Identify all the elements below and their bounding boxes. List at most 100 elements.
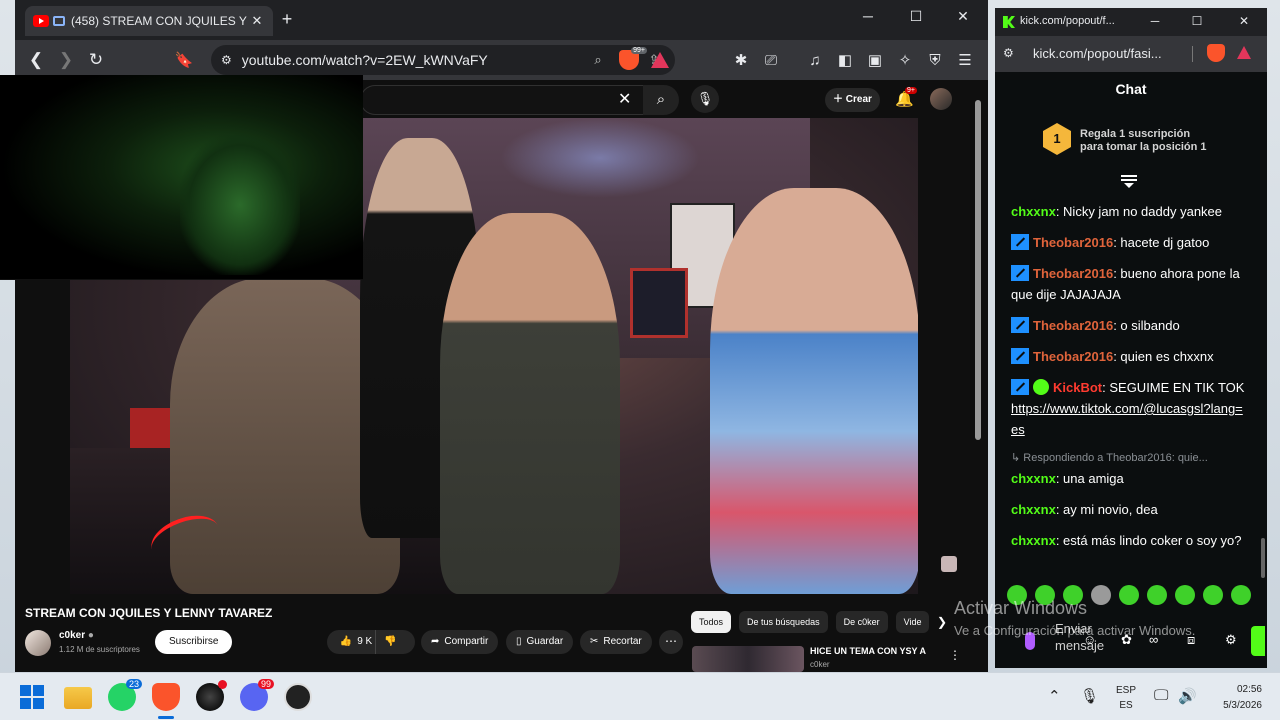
wallet-icon[interactable]: ▣ xyxy=(860,51,890,69)
vpn-shield-icon[interactable]: ⛨ xyxy=(920,52,950,69)
site-settings-icon[interactable]: ⚙ xyxy=(221,53,232,67)
chip-all[interactable]: Todos xyxy=(691,611,732,633)
screenshot-icon[interactable]: ⎚ xyxy=(756,52,786,69)
share-button[interactable]: ➦ Compartir xyxy=(421,630,499,654)
related-more-icon[interactable]: ⋮ xyxy=(949,648,961,662)
obs-icon[interactable] xyxy=(196,680,227,711)
gift-sub-prompt[interactable]: Regala 1 suscripción para tomar la posic… xyxy=(1080,128,1207,154)
subscribe-button[interactable]: Suscribirse xyxy=(155,630,233,654)
brave-rewards-icon[interactable] xyxy=(651,52,669,68)
music-icon[interactable]: ♫ xyxy=(800,52,830,69)
leo-ai-icon[interactable]: ✧ xyxy=(890,51,920,69)
network-icon[interactable]: 🖵 xyxy=(1154,687,1168,704)
chat-username[interactable]: chxxnx xyxy=(1011,502,1056,517)
chip-from-searches[interactable]: De tus búsquedas xyxy=(739,611,828,633)
maximize-icon[interactable]: ☐ xyxy=(901,8,931,25)
voice-search-icon[interactable]: 🎙 xyxy=(691,85,719,113)
address-bar[interactable]: ⚙ youtube.com/watch?v=2EW_kWNVaFY ⌕ ▭ ⇪ xyxy=(211,45,675,75)
channel-watermark-icon[interactable] xyxy=(941,556,957,572)
emote-icon[interactable] xyxy=(1063,585,1083,605)
emote-icon[interactable] xyxy=(1091,585,1111,605)
gift-icon[interactable]: ⧈ xyxy=(1187,632,1195,648)
clip-button[interactable]: ✂ Recortar xyxy=(580,630,652,654)
create-button[interactable]: ＋ Crear xyxy=(825,88,880,112)
chat-settings-icon[interactable]: ⚙ xyxy=(1225,632,1237,648)
voice-chat-icon[interactable] xyxy=(1025,632,1035,650)
clock[interactable]: 02:56 5/3/2026 xyxy=(1206,682,1262,714)
file-explorer-icon[interactable] xyxy=(64,687,92,709)
kick-minimize-icon[interactable]: ─ xyxy=(1145,14,1165,28)
emoji-icon[interactable]: ☺ xyxy=(1083,632,1096,647)
chat-username[interactable]: chxxnx xyxy=(1011,471,1056,486)
chip-from-channel[interactable]: De c0ker xyxy=(835,611,888,633)
chat-username[interactable]: chxxnx xyxy=(1011,533,1056,548)
emote-icon[interactable] xyxy=(1147,585,1167,605)
forward-icon[interactable]: ❯ xyxy=(51,50,81,70)
kick-maximize-icon[interactable]: ☐ xyxy=(1187,14,1207,28)
bookmark-icon[interactable]: 🔖 xyxy=(169,51,199,69)
minimize-icon[interactable]: ─ xyxy=(853,8,883,24)
like-button[interactable]: 👍 9 K xyxy=(337,630,375,654)
new-tab-icon[interactable]: + xyxy=(277,9,297,30)
language-indicator[interactable]: ESP ES xyxy=(1116,683,1136,713)
chat-link[interactable]: https://www.tiktok.com/@lucasgsl?lang=es xyxy=(1011,401,1243,437)
gift-rank-icon[interactable]: 1 xyxy=(1043,123,1071,155)
dislike-button[interactable]: 👎 xyxy=(375,630,405,654)
volume-icon[interactable]: 🔊 xyxy=(1178,687,1197,705)
emote-icon[interactable] xyxy=(1175,585,1195,605)
kick-close-icon[interactable]: ✕ xyxy=(1234,14,1254,28)
reload-icon[interactable]: ↻ xyxy=(81,50,111,70)
whatsapp-icon[interactable]: 23 xyxy=(108,679,142,711)
search-input[interactable] xyxy=(360,85,650,115)
brave-shields-icon[interactable]: 99+ xyxy=(619,47,647,70)
brave-browser-icon[interactable] xyxy=(152,683,180,711)
expand-pinned-icon[interactable] xyxy=(1121,175,1137,188)
glasses-icon[interactable]: ∞ xyxy=(1149,632,1158,647)
chat-input[interactable]: Enviar mensaje ☺ ✿ ∞ ⧈ ⚙ xyxy=(1001,616,1265,662)
tab-youtube[interactable]: (458) STREAM CON JQUILES Y ✕ xyxy=(25,6,273,36)
chat-scrollbar[interactable] xyxy=(1261,538,1265,578)
sidebar-icon[interactable]: ◧ xyxy=(830,51,860,69)
back-icon[interactable]: ❮ xyxy=(21,50,51,70)
kick-brave-rewards-icon[interactable] xyxy=(1237,46,1251,59)
chat-username[interactable]: Theobar2016 xyxy=(1033,266,1113,281)
channel-avatar[interactable] xyxy=(25,630,51,656)
emote-picker-icon[interactable]: ✿ xyxy=(1121,632,1132,648)
chat-username[interactable]: Theobar2016 xyxy=(1033,235,1113,250)
emote-icon[interactable] xyxy=(1007,585,1027,605)
chat-username[interactable]: chxxnx xyxy=(1011,204,1056,219)
save-button[interactable]: ▯ Guardar xyxy=(506,630,574,654)
channel-name[interactable]: c0ker ● xyxy=(59,630,94,641)
kick-brave-shields-icon[interactable] xyxy=(1207,44,1225,62)
reply-context[interactable]: ↳ Respondiendo a Theobar2016: quie... xyxy=(1011,450,1249,466)
extensions-icon[interactable]: ✱ xyxy=(726,51,756,69)
scrollbar-thumb[interactable] xyxy=(975,100,981,440)
chat-username[interactable]: Theobar2016 xyxy=(1033,349,1113,364)
kick-address-bar[interactable]: ⚙ kick.com/popout/fasi... xyxy=(995,36,1267,72)
discord-icon[interactable]: 99 xyxy=(240,679,274,711)
app-icon[interactable] xyxy=(284,683,312,711)
chips-next-icon[interactable]: ❯ xyxy=(937,615,947,629)
send-chat-button[interactable] xyxy=(1251,626,1265,656)
search-icon[interactable]: ⌕ xyxy=(643,85,679,115)
emote-icon[interactable] xyxy=(1231,585,1251,605)
show-hidden-icons-icon[interactable]: ⌃ xyxy=(1048,687,1061,705)
chip-videos[interactable]: Vide xyxy=(895,611,930,633)
emote-icon[interactable] xyxy=(1119,585,1139,605)
related-video-thumbnail[interactable] xyxy=(692,646,804,672)
start-windows-icon[interactable] xyxy=(20,685,44,709)
chat-username[interactable]: Theobar2016 xyxy=(1033,318,1113,333)
close-window-icon[interactable]: ✕ xyxy=(948,8,978,25)
more-actions-icon[interactable]: ⋯ xyxy=(659,630,683,654)
clear-search-icon[interactable]: ✕ xyxy=(618,89,631,109)
zoom-icon[interactable]: ⌕ xyxy=(587,52,609,68)
emote-icon[interactable] xyxy=(1203,585,1223,605)
account-avatar[interactable] xyxy=(930,88,952,110)
emote-icon[interactable] xyxy=(1035,585,1055,605)
kick-site-settings-icon[interactable]: ⚙ xyxy=(1003,46,1014,60)
related-video-title[interactable]: HICE UN TEMA CON YSY A xyxy=(810,646,926,656)
chat-username[interactable]: KickBot xyxy=(1053,380,1102,395)
close-tab-icon[interactable]: ✕ xyxy=(249,13,265,29)
menu-icon[interactable]: ☰ xyxy=(950,51,980,69)
microphone-icon[interactable]: 🎙 xyxy=(1080,687,1099,705)
